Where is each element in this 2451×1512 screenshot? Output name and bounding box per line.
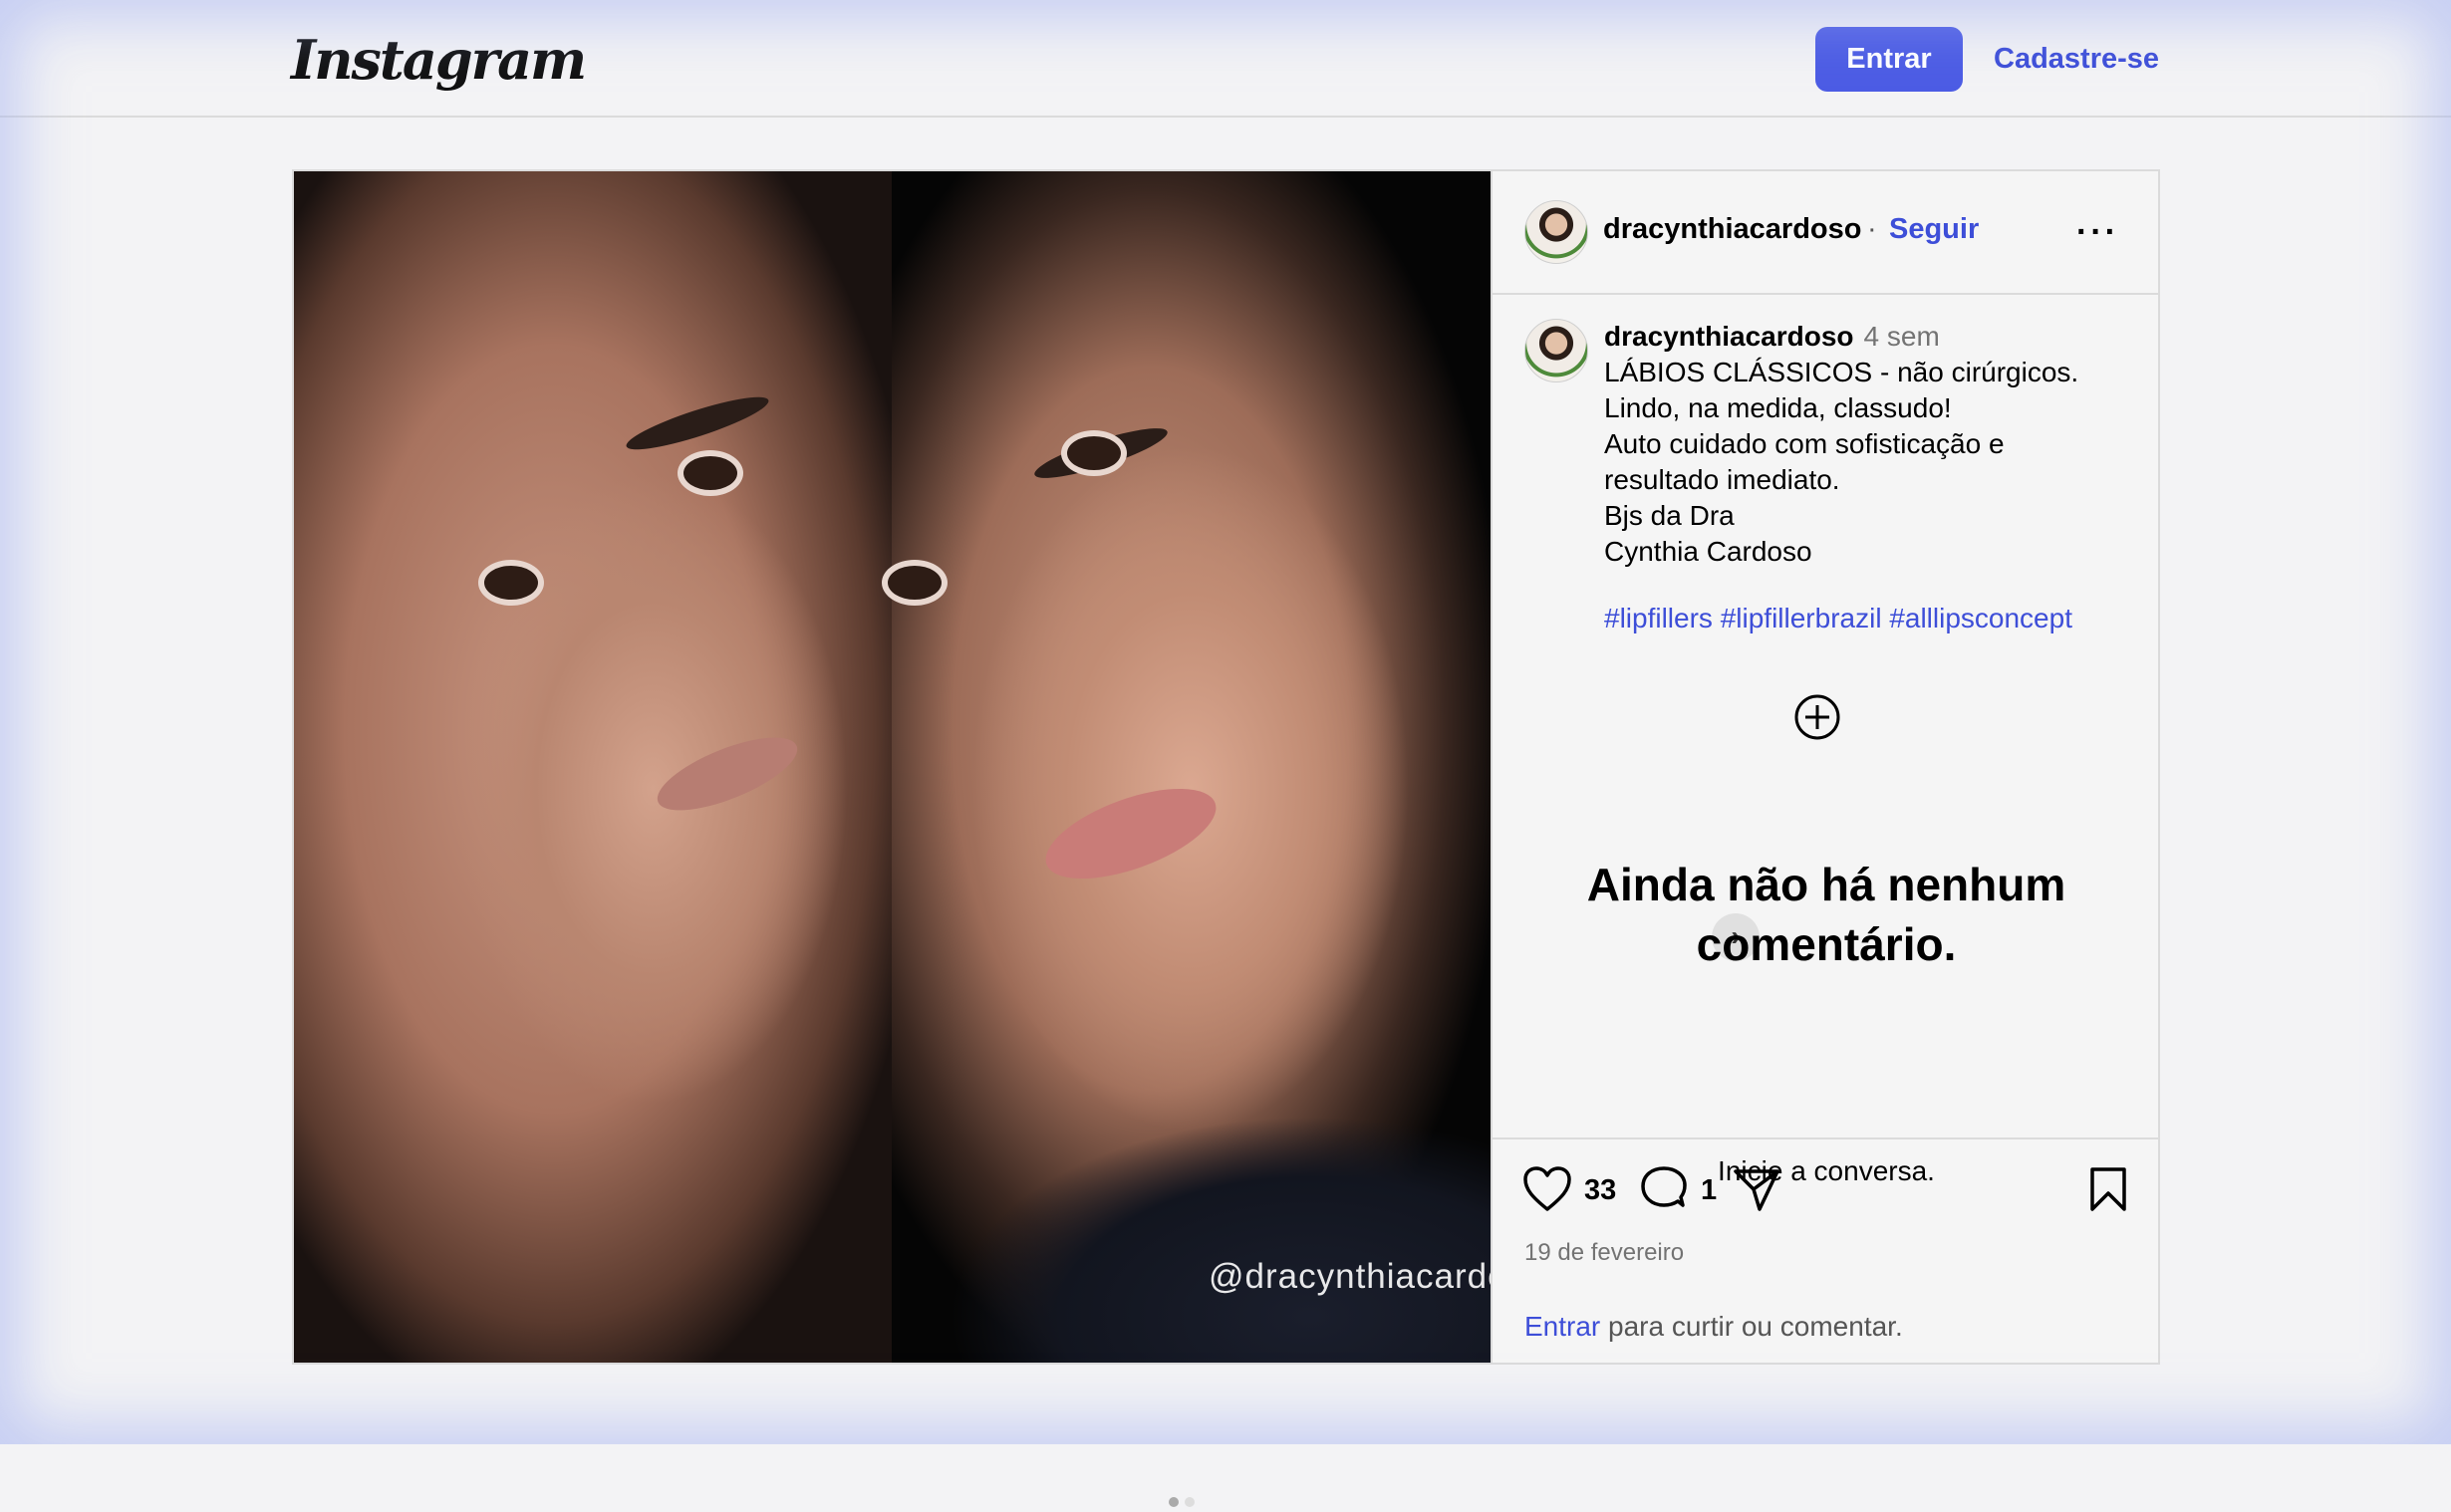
photo-watermark: @dracynthiacardoso bbox=[1209, 1257, 1491, 1296]
comment-icon[interactable] bbox=[1639, 1165, 1689, 1213]
login-link[interactable]: Entrar bbox=[1524, 1311, 1600, 1342]
post-side-panel: dracynthiacardoso · Seguir ··· dracynthi… bbox=[1491, 171, 2158, 1363]
caption-username[interactable]: dracynthiacardoso bbox=[1604, 321, 1854, 352]
login-prompt: Entrar para curtir ou comentar. bbox=[1524, 1311, 1903, 1343]
post-actions: 33 1 19 de fevereiro Entrar para curtir … bbox=[1493, 1137, 2158, 1365]
before-photo bbox=[294, 171, 892, 1363]
caption-hashtags[interactable]: #lipfillers #lipfillerbrazil #alllipscon… bbox=[1604, 603, 2072, 634]
eye-shape bbox=[678, 450, 743, 496]
eye-shape bbox=[478, 560, 544, 606]
carousel-dot bbox=[1169, 1497, 1179, 1507]
eye-shape bbox=[882, 560, 948, 606]
caption-line: Bjs da Dra bbox=[1604, 500, 1735, 531]
caption-line: resultado imediato. bbox=[1604, 464, 1840, 495]
post-author-username[interactable]: dracynthiacardoso bbox=[1603, 213, 1861, 246]
no-comments-title: Ainda não há nenhum comentário. bbox=[1586, 859, 2066, 970]
avatar[interactable] bbox=[1524, 319, 1588, 382]
post-date[interactable]: 19 de fevereiro bbox=[1524, 1239, 1684, 1267]
bookmark-icon[interactable] bbox=[2086, 1165, 2130, 1213]
eye-shape bbox=[1061, 430, 1127, 476]
caption-line: Cynthia Cardoso bbox=[1604, 536, 1812, 567]
login-prompt-text: para curtir ou comentar. bbox=[1600, 1311, 1903, 1342]
after-photo bbox=[882, 171, 1491, 1363]
more-icon[interactable]: ··· bbox=[2076, 215, 2119, 249]
instagram-logo[interactable]: Instagram bbox=[291, 22, 587, 98]
caption-line: Auto cuidado com sofisticação e bbox=[1604, 428, 2005, 459]
eyebrow-shape bbox=[622, 387, 773, 459]
post-caption: dracynthiacardoso 4 sem LÁBIOS CLÁSSICOS … bbox=[1604, 319, 2142, 570]
carousel-indicator bbox=[1169, 1494, 1201, 1507]
post-media-carousel[interactable]: @dracynthiacardoso bbox=[294, 171, 1491, 1363]
caption-line: Lindo, na medida, classudo! bbox=[1604, 392, 1952, 423]
signup-link[interactable]: Cadastre-se bbox=[1994, 27, 2159, 92]
post-header: dracynthiacardoso · Seguir ··· bbox=[1493, 171, 2158, 295]
carousel-dot bbox=[1185, 1497, 1195, 1507]
follow-button[interactable]: Seguir bbox=[1889, 213, 1979, 246]
comment-count[interactable]: 1 bbox=[1701, 1174, 1717, 1207]
avatar[interactable] bbox=[1524, 200, 1588, 264]
top-navbar: Instagram Entrar Cadastre-se bbox=[0, 0, 2451, 118]
post-time[interactable]: 4 sem bbox=[1864, 321, 1940, 352]
share-icon[interactable] bbox=[1732, 1165, 1781, 1213]
caption-line: LÁBIOS CLÁSSICOS - não cirúrgicos. bbox=[1604, 357, 2079, 387]
login-button[interactable]: Entrar bbox=[1815, 27, 1963, 92]
post-card: @dracynthiacardoso › dracynthiacardoso ·… bbox=[292, 169, 2160, 1507]
heart-icon[interactable] bbox=[1522, 1165, 1572, 1213]
separator-dot: · bbox=[1867, 213, 1877, 245]
lips-shape bbox=[1034, 770, 1227, 897]
add-circle-icon[interactable] bbox=[1793, 693, 1841, 741]
lips-shape bbox=[649, 722, 806, 826]
like-count[interactable]: 33 bbox=[1584, 1174, 1616, 1207]
